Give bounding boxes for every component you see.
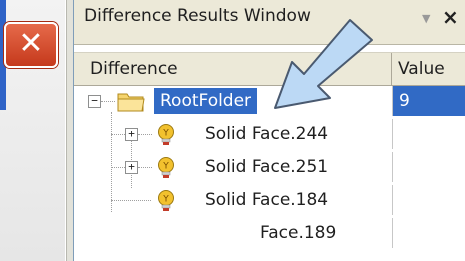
- tree-connector-line: [101, 101, 115, 102]
- window-close-icon[interactable]: ×: [442, 5, 459, 29]
- panel-splitter[interactable]: [66, 0, 73, 261]
- tree-row[interactable]: + Y Solid Face.244: [74, 119, 465, 149]
- lightbulb-icon: Y: [158, 157, 174, 178]
- tree-connector-line: [111, 200, 151, 201]
- close-icon: ✕: [18, 26, 44, 61]
- plus-box-icon[interactable]: +: [125, 128, 138, 141]
- close-window-button[interactable]: ✕: [4, 22, 58, 68]
- column-header: Difference Value: [74, 52, 465, 86]
- svg-text:Y: Y: [162, 129, 169, 139]
- tree-row[interactable]: Face.189: [74, 218, 465, 248]
- value-column-header[interactable]: Value: [392, 53, 465, 85]
- tree-item-label: Solid Face.244: [205, 124, 329, 144]
- value-cell: [392, 185, 465, 215]
- difference-results-window: Difference Results Window ▼ × Difference…: [73, 0, 465, 261]
- value-cell: [392, 152, 465, 182]
- lightbulb-icon: Y: [158, 190, 174, 211]
- window-menu-dropdown-icon[interactable]: ▼: [422, 12, 430, 25]
- left-panel: ✕: [0, 0, 65, 261]
- value-cell: [392, 218, 465, 248]
- svg-text:Y: Y: [162, 162, 169, 172]
- tree-item-label: Solid Face.184: [205, 190, 329, 210]
- value-cell: 9: [392, 86, 465, 116]
- lightbulb-icon: Y: [158, 124, 174, 145]
- tree-row[interactable]: Y Solid Face.184: [74, 185, 465, 215]
- plus-box-icon[interactable]: +: [125, 161, 138, 174]
- difference-column-header[interactable]: Difference: [74, 53, 392, 85]
- folder-icon: [117, 93, 145, 112]
- tree-row-rootfolder[interactable]: − RootFolder 9: [74, 86, 465, 116]
- tree-item-label: Face.189: [260, 223, 337, 243]
- window-title: Difference Results Window: [84, 6, 311, 26]
- tree-connector-line: [138, 167, 152, 168]
- tree-item-label: Solid Face.251: [205, 157, 329, 177]
- tree-item-label: RootFolder: [154, 88, 258, 114]
- minus-box-icon[interactable]: −: [88, 95, 101, 108]
- tree-connector-line: [138, 134, 152, 135]
- tree-row[interactable]: + Y Solid Face.251: [74, 152, 465, 182]
- window-title-bar: Difference Results Window ▼ ×: [74, 0, 465, 45]
- svg-text:Y: Y: [162, 195, 169, 205]
- value-cell: [392, 119, 465, 149]
